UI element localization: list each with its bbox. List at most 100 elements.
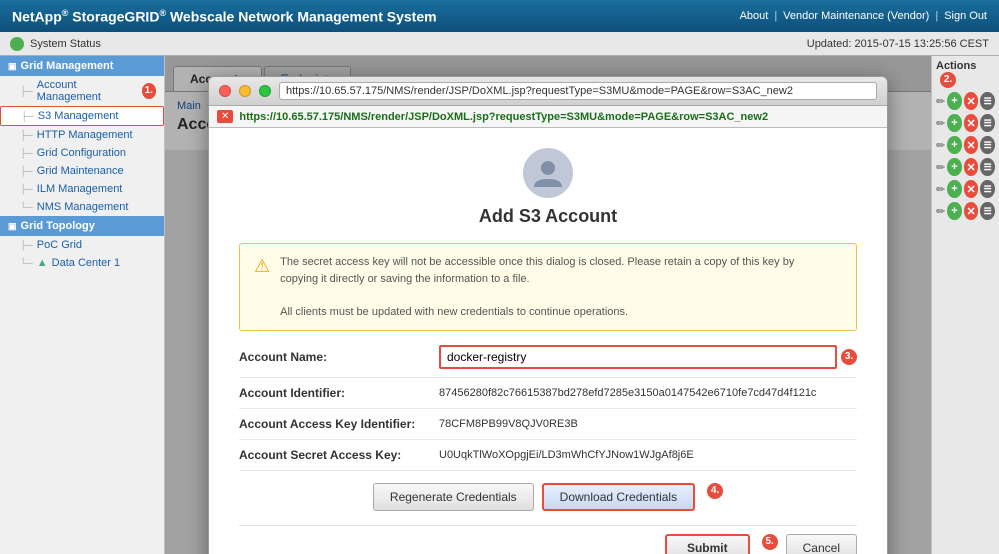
grid-topology-label: Grid Topology (21, 220, 95, 232)
form-row-account-id: Account Identifier: 87456280f82c76615387… (239, 386, 857, 409)
sidebar-label-http-management: HTTP Management (37, 129, 133, 141)
sidebar-item-http-management[interactable]: ├─ HTTP Management (0, 126, 164, 144)
browser-min-btn[interactable] (239, 85, 251, 97)
access-key-label: Account Access Key Identifier: (239, 417, 439, 431)
add-button-4[interactable]: + (947, 158, 962, 176)
tree-icon: ├─ (20, 240, 33, 250)
vendor-link[interactable]: Vendor Maintenance (Vendor) (783, 10, 929, 22)
tree-line-icon: ├─ (20, 86, 33, 96)
sidebar-label-poc-grid: PoC Grid (37, 239, 82, 251)
sidebar-label-grid-configuration: Grid Configuration (37, 147, 126, 159)
browser-max-btn[interactable] (259, 85, 271, 97)
action-row-5: ✏ + ✕ ☰ (936, 180, 995, 198)
remove-button-3[interactable]: ✕ (964, 136, 979, 154)
action-row-6: ✏ + ✕ ☰ (936, 202, 995, 220)
secure-url-display: https://10.65.57.175/NMS/render/JSP/DoXM… (239, 111, 768, 123)
add-button-2[interactable]: + (947, 114, 962, 132)
sidebar-item-poc-grid[interactable]: ├─ PoC Grid (0, 236, 164, 254)
browser-close-btn[interactable] (219, 85, 231, 97)
add-button-1[interactable]: + (947, 92, 962, 110)
sidebar-item-s3-management[interactable]: ├─ S3 Management (0, 106, 164, 126)
sidebar-label-s3-management: S3 Management (38, 110, 119, 122)
sidebar-section-grid-topology[interactable]: ▣ Grid Topology (0, 216, 164, 236)
about-link[interactable]: About (740, 10, 769, 22)
annotation-5: 5. (762, 534, 778, 550)
status-bar: System Status Updated: 2015-07-15 13:25:… (0, 32, 999, 56)
browser-url-display[interactable]: https://10.65.57.175/NMS/render/JSP/DoXM… (279, 82, 877, 100)
secret-key-value: U0UqkTlWoXOpgjEi/LD3mWhCfYJNow1WJgAf8j6E (439, 449, 857, 461)
tree-line-icon: ├─ (20, 184, 33, 194)
drag-button-1[interactable]: ☰ (980, 92, 995, 110)
sidebar-label-account-management: Account Management (37, 79, 134, 103)
edit-icon-6: ✏ (936, 205, 945, 218)
sidebar-label-ilm-management: ILM Management (37, 183, 123, 195)
sidebar-item-data-center[interactable]: └─ ▲ Data Center 1 (0, 254, 164, 272)
modal-overlay: https://10.65.57.175/NMS/render/JSP/DoXM… (165, 56, 931, 554)
drag-button-6[interactable]: ☰ (980, 202, 995, 220)
warning-icon: ⚠ (254, 256, 270, 277)
add-button-5[interactable]: + (947, 180, 962, 198)
submit-button[interactable]: Submit (665, 534, 750, 554)
credential-buttons: Regenerate Credentials Download Credenti… (239, 483, 857, 511)
annotation-2: 2. (940, 72, 956, 88)
form-row-account-name: Account Name: 3. (239, 345, 857, 378)
sidebar-item-nms-management[interactable]: └─ NMS Management (0, 198, 164, 216)
account-name-label: Account Name: (239, 350, 439, 364)
tree-icon-dc: └─ (20, 258, 33, 268)
sidebar-label-nms-management: NMS Management (37, 201, 129, 213)
drag-button-4[interactable]: ☰ (980, 158, 995, 176)
remove-button-2[interactable]: ✕ (964, 114, 979, 132)
signout-link[interactable]: Sign Out (944, 10, 987, 22)
account-id-value: 87456280f82c76615387bd278efd7285e3150a01… (439, 387, 857, 399)
action-row-3: ✏ + ✕ ☰ (936, 136, 995, 154)
cancel-button[interactable]: Cancel (786, 534, 857, 554)
main-layout: ▣ Grid Management ├─ Account Management … (0, 56, 999, 554)
updated-time: Updated: 2015-07-15 13:25:56 CEST (807, 38, 989, 50)
edit-icon-4: ✏ (936, 161, 945, 174)
system-status-label: System Status (30, 38, 101, 50)
tree-line-icon: └─ (20, 202, 33, 212)
account-name-input[interactable] (439, 345, 837, 369)
add-button-6[interactable]: + (947, 202, 962, 220)
drag-button-2[interactable]: ☰ (980, 114, 995, 132)
drag-button-5[interactable]: ☰ (980, 180, 995, 198)
dialog-title: Add S3 Account (479, 206, 617, 227)
browser-addressbar: ✕ https://10.65.57.175/NMS/render/JSP/Do… (209, 106, 887, 128)
account-id-label: Account Identifier: (239, 386, 439, 400)
tree-line-icon: ├─ (20, 148, 33, 158)
sidebar-item-account-management[interactable]: ├─ Account Management 1. (0, 76, 164, 106)
annotation-3: 3. (841, 349, 857, 365)
dialog-body: Add S3 Account ⚠ The secret access key w… (209, 128, 887, 554)
regenerate-credentials-button[interactable]: Regenerate Credentials (373, 483, 534, 511)
remove-button-1[interactable]: ✕ (964, 92, 979, 110)
warning-box: ⚠ The secret access key will not be acce… (239, 243, 857, 331)
remove-button-5[interactable]: ✕ (964, 180, 979, 198)
remove-button-4[interactable]: ✕ (964, 158, 979, 176)
dialog-header: Add S3 Account (239, 148, 857, 227)
app-title: NetApp® StorageGRID® Webscale Network Ma… (12, 8, 437, 25)
sidebar-item-ilm-management[interactable]: ├─ ILM Management (0, 180, 164, 198)
sidebar-section-grid-management[interactable]: ▣ Grid Management (0, 56, 164, 76)
download-credentials-button[interactable]: Download Credentials (542, 483, 695, 511)
action-row-2: ✏ + ✕ ☰ (936, 114, 995, 132)
access-key-value: 78CFM8PB99V8QJV0RE3B (439, 418, 857, 430)
drag-button-3[interactable]: ☰ (980, 136, 995, 154)
dc-icon: ▲ (37, 257, 48, 269)
app-header: NetApp® StorageGRID® Webscale Network Ma… (0, 0, 999, 32)
remove-button-6[interactable]: ✕ (964, 202, 979, 220)
warning-text: The secret access key will not be access… (280, 254, 794, 320)
browser-window: https://10.65.57.175/NMS/render/JSP/DoXM… (208, 76, 888, 554)
tree-line-icon: ├─ (20, 130, 33, 140)
action-row-1: ✏ + ✕ ☰ (936, 92, 995, 110)
edit-icon-3: ✏ (936, 139, 945, 152)
annotation-1: 1. (142, 83, 156, 99)
action-row-4: ✏ + ✕ ☰ (936, 158, 995, 176)
add-button-3[interactable]: + (947, 136, 962, 154)
content-area: Accounts Endpoints Main Accounts: S3 Man… (165, 56, 931, 554)
sidebar-item-grid-configuration[interactable]: ├─ Grid Configuration (0, 144, 164, 162)
secret-key-label: Account Secret Access Key: (239, 448, 439, 462)
addressbar-x-button[interactable]: ✕ (217, 110, 233, 123)
form-row-access-key: Account Access Key Identifier: 78CFM8PB9… (239, 417, 857, 440)
user-avatar (523, 148, 573, 198)
sidebar-item-grid-maintenance[interactable]: ├─ Grid Maintenance (0, 162, 164, 180)
